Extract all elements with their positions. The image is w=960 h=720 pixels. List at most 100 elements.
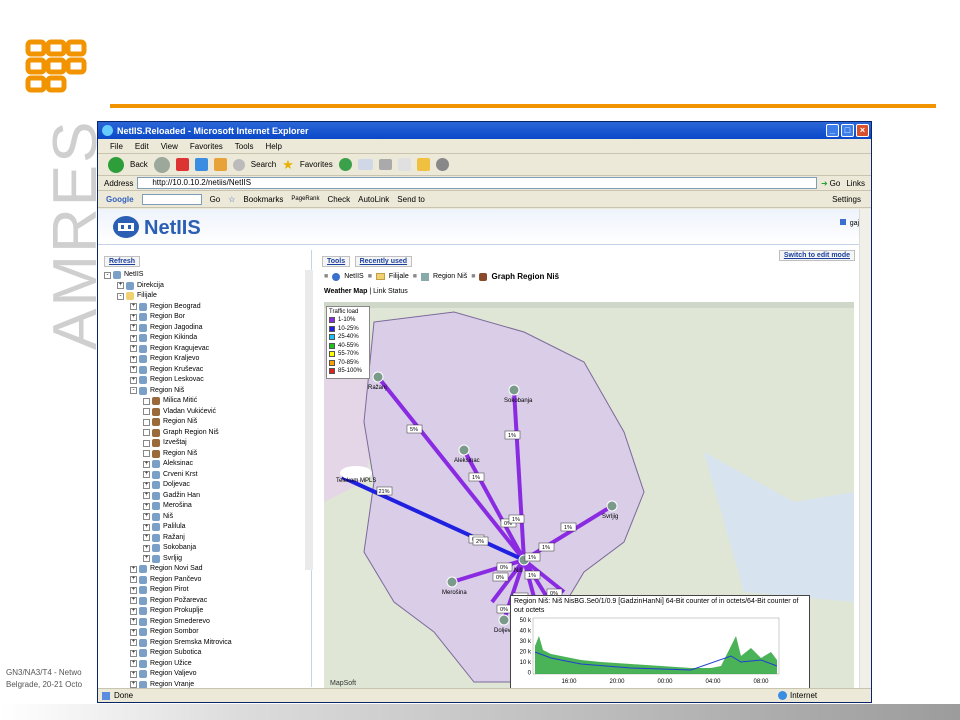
page-scrollbar[interactable] xyxy=(859,209,871,689)
favorites-star-icon[interactable]: ★ xyxy=(282,157,294,173)
search-icon[interactable] xyxy=(232,158,245,171)
settings-button[interactable]: Settings xyxy=(832,195,861,204)
expand-icon[interactable]: + xyxy=(143,492,150,500)
tree-item[interactable]: + Region Kikinda xyxy=(104,333,304,344)
expand-icon[interactable]: + xyxy=(143,523,150,531)
expand-icon[interactable]: + xyxy=(130,618,137,626)
tree-item[interactable]: + Direkcija xyxy=(104,281,304,292)
mail-icon[interactable] xyxy=(357,159,373,170)
tree-item[interactable]: Izveštaj xyxy=(104,438,304,449)
tree-item[interactable]: + Doljevac xyxy=(104,480,304,491)
go-button[interactable]: Go xyxy=(830,179,841,188)
tools-button[interactable]: Tools xyxy=(322,256,351,267)
go-arrow-icon[interactable]: ➜ xyxy=(821,179,828,188)
breadcrumb-netiis[interactable]: NetIIS xyxy=(344,273,363,280)
tree-item[interactable]: - Filijale xyxy=(104,291,304,302)
expand-icon[interactable]: + xyxy=(117,282,124,290)
edit-icon[interactable] xyxy=(397,158,411,171)
expand-icon[interactable]: + xyxy=(143,502,150,510)
tree-item[interactable]: Region Niš xyxy=(104,417,304,428)
expand-icon[interactable]: + xyxy=(130,597,137,605)
tree-item[interactable]: Graph Region Niš xyxy=(104,428,304,439)
expand-icon[interactable]: + xyxy=(130,366,137,374)
expand-icon[interactable]: + xyxy=(130,565,137,573)
home-icon[interactable] xyxy=(213,158,227,171)
minimize-button[interactable]: _ xyxy=(826,124,839,137)
tree-item[interactable]: - Region Niš xyxy=(104,386,304,397)
close-button[interactable]: × xyxy=(856,124,869,137)
messenger-icon[interactable] xyxy=(416,158,430,171)
tree-item[interactable]: + Region Prokuplje xyxy=(104,606,304,617)
expand-icon[interactable]: + xyxy=(130,660,137,668)
expand-icon[interactable]: + xyxy=(130,334,137,342)
bookmarks-star-icon[interactable]: ☆ xyxy=(228,195,235,204)
expand-icon[interactable]: + xyxy=(143,534,150,542)
tree-item[interactable]: + Region Kragujevac xyxy=(104,344,304,355)
favorites-button[interactable]: Favorites xyxy=(300,160,333,169)
menu-view[interactable]: View xyxy=(161,142,178,151)
tree-item[interactable]: + Crveni Krst xyxy=(104,470,304,481)
expand-icon[interactable]: + xyxy=(143,513,150,521)
tree-item[interactable]: + Ražanj xyxy=(104,533,304,544)
menu-edit[interactable]: Edit xyxy=(135,142,149,151)
maximize-button[interactable]: □ xyxy=(841,124,854,137)
stop-icon[interactable] xyxy=(175,158,189,171)
tree-item[interactable]: + Region Kraljevo xyxy=(104,354,304,365)
tree-scrollbar[interactable] xyxy=(305,270,313,570)
autolink-button[interactable]: AutoLink xyxy=(358,195,389,204)
tree-item[interactable]: Milica Mitić xyxy=(104,396,304,407)
print-icon[interactable] xyxy=(378,159,392,170)
tree-item[interactable]: + Region Užice xyxy=(104,659,304,670)
menu-favorites[interactable]: Favorites xyxy=(190,142,223,151)
refresh-button[interactable]: Refresh xyxy=(104,256,141,267)
expand-icon[interactable]: + xyxy=(130,670,137,678)
collapse-icon[interactable]: - xyxy=(130,387,137,395)
discuss-icon[interactable] xyxy=(435,158,449,171)
tree-item[interactable]: - NetIIS xyxy=(104,270,304,281)
switch-edit-mode-button[interactable]: Switch to edit mode xyxy=(778,250,855,261)
expand-icon[interactable]: + xyxy=(130,607,137,615)
tree-item[interactable]: + Region Jagodina xyxy=(104,323,304,334)
links-button[interactable]: Links xyxy=(846,179,865,188)
tree-item[interactable]: Vladan Vukićević xyxy=(104,407,304,418)
collapse-icon[interactable]: - xyxy=(104,271,111,279)
expand-icon[interactable]: + xyxy=(130,639,137,647)
tree-item[interactable]: + Palilula xyxy=(104,522,304,533)
forward-icon[interactable] xyxy=(153,156,170,173)
expand-icon[interactable]: + xyxy=(143,481,150,489)
tree-item[interactable]: + Region Beograd xyxy=(104,302,304,313)
tree-item[interactable]: + Region Smederevo xyxy=(104,617,304,628)
expand-icon[interactable]: + xyxy=(130,345,137,353)
back-icon[interactable] xyxy=(108,156,124,173)
tree-item[interactable]: + Region Sombor xyxy=(104,627,304,638)
bookmarks-button[interactable]: Bookmarks xyxy=(243,195,283,204)
check-button[interactable]: Check xyxy=(327,195,350,204)
expand-icon[interactable]: + xyxy=(130,576,137,584)
tree-item[interactable]: + Svrljig xyxy=(104,554,304,565)
expand-icon[interactable]: + xyxy=(130,313,137,321)
tree-item[interactable]: + Aleksinac xyxy=(104,459,304,470)
tree-item[interactable]: Region Niš xyxy=(104,449,304,460)
expand-icon[interactable]: + xyxy=(130,649,137,657)
tree-item[interactable]: + Gadžin Han xyxy=(104,491,304,502)
send-to-button[interactable]: Send to xyxy=(397,195,425,204)
tree-item[interactable]: + Region Valjevo xyxy=(104,669,304,680)
tree-item[interactable]: + Merošina xyxy=(104,501,304,512)
refresh-icon[interactable] xyxy=(194,158,208,171)
breadcrumb-region[interactable]: Region Niš xyxy=(433,273,467,280)
tree-item[interactable]: + Region Novi Sad xyxy=(104,564,304,575)
expand-icon[interactable]: + xyxy=(130,376,137,384)
expand-icon[interactable]: + xyxy=(143,544,150,552)
expand-icon[interactable]: + xyxy=(130,586,137,594)
tree-item[interactable]: + Region Leskovac xyxy=(104,375,304,386)
tree-item[interactable]: + Region Požarevac xyxy=(104,596,304,607)
tree-item[interactable]: + Region Kruševac xyxy=(104,365,304,376)
tree-item[interactable]: + Region Pančevo xyxy=(104,575,304,586)
history-icon[interactable] xyxy=(338,158,352,171)
expand-icon[interactable]: + xyxy=(130,303,137,311)
tree-item[interactable]: + Region Bor xyxy=(104,312,304,323)
breadcrumb-filijale[interactable]: Filijale xyxy=(389,273,409,280)
expand-icon[interactable]: + xyxy=(143,555,150,563)
menu-help[interactable]: Help xyxy=(265,142,281,151)
expand-icon[interactable]: + xyxy=(143,471,150,479)
